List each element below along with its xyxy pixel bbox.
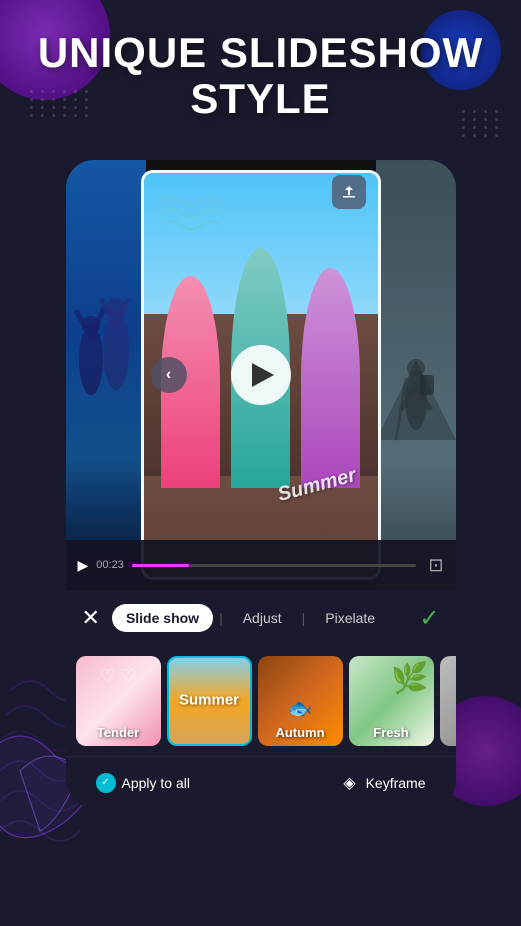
timeline-play-button[interactable]: ▶: [78, 557, 89, 574]
summer-filter-text: Summer: [179, 692, 239, 709]
filter-past-label: Past: [440, 725, 456, 740]
tab-divider: |: [219, 610, 223, 626]
apply-check-icon: ✓: [96, 773, 116, 793]
timeline-track[interactable]: [132, 564, 417, 567]
sidebar-right-image: [376, 160, 456, 590]
sidebar-left-image: [66, 160, 146, 590]
tab-adjust[interactable]: Adjust: [229, 604, 296, 632]
tab-adjust-label: Adjust: [243, 610, 282, 626]
person-3: [301, 268, 360, 489]
timeline-progress: [132, 564, 189, 567]
tab-divider2: |: [302, 610, 306, 626]
filter-fresh-label: Fresh: [349, 725, 434, 740]
filter-autumn[interactable]: 🐟 Autumn: [258, 656, 343, 746]
share-button[interactable]: [332, 175, 366, 209]
tab-pixelate-label: Pixelate: [325, 610, 375, 626]
app-container: Summer ‹ ▶ 00:23 ⊡ ✕: [66, 160, 456, 808]
filter-summer[interactable]: Summer: [167, 656, 252, 746]
header-title: UNIQUE SLIDESHOW STYLE: [0, 30, 521, 122]
timeline-time: 00:23: [96, 559, 124, 571]
share-icon: [341, 184, 357, 200]
chevron-left-icon: ‹: [166, 366, 171, 384]
apply-to-all-label: Apply to all: [122, 775, 190, 791]
frame-waves: [156, 191, 226, 236]
toolbar-tabs: Slide show | Adjust | Pixelate: [112, 604, 407, 632]
sidebar-left-bg: [66, 160, 146, 590]
video-preview: Summer ‹ ▶ 00:23 ⊡: [66, 160, 456, 590]
timeline-bar: ▶ 00:23 ⊡: [66, 540, 456, 590]
tender-hearts-icon: ♡ ♡: [99, 666, 136, 687]
filter-past[interactable]: ⏱ Past: [440, 656, 456, 746]
apply-to-all-action[interactable]: ✓ Apply to all: [96, 773, 190, 793]
filter-tender[interactable]: ♡ ♡ Tender: [76, 656, 161, 746]
title-line2: STYLE: [190, 75, 330, 122]
bottom-toolbar: ✕ Slide show | Adjust | Pixelate ✓: [66, 590, 456, 646]
filter-fresh[interactable]: 🌿 Fresh: [349, 656, 434, 746]
title-text: UNIQUE SLIDESHOW STYLE: [0, 30, 521, 122]
filter-tender-label: Tender: [76, 725, 161, 740]
split-icon[interactable]: ⊡: [428, 555, 443, 576]
tab-slide-show[interactable]: Slide show: [112, 604, 213, 632]
play-button[interactable]: [231, 345, 291, 405]
tab-pixelate[interactable]: Pixelate: [311, 604, 389, 632]
tab-slide-show-label: Slide show: [126, 610, 199, 626]
filter-strip: ♡ ♡ Tender Summer 🐟 Autumn 🌿 Fresh ⏱ Pas…: [66, 646, 456, 756]
confirm-button[interactable]: ✓: [419, 604, 439, 633]
title-line1: UNIQUE SLIDESHOW: [38, 29, 483, 76]
keyframe-label: Keyframe: [366, 775, 426, 791]
nav-prev-button[interactable]: ‹: [151, 357, 187, 393]
play-icon: [252, 363, 274, 387]
filter-autumn-label: Autumn: [258, 725, 343, 740]
keyframe-action[interactable]: ◈ Keyframe: [340, 773, 426, 793]
bottom-actions: ✓ Apply to all ◈ Keyframe: [66, 756, 456, 808]
close-button[interactable]: ✕: [82, 605, 100, 631]
autumn-fish-icon: 🐟: [288, 696, 313, 721]
keyframe-diamond-icon: ◈: [340, 773, 360, 793]
fresh-leaf-icon: 🌿: [391, 661, 428, 696]
